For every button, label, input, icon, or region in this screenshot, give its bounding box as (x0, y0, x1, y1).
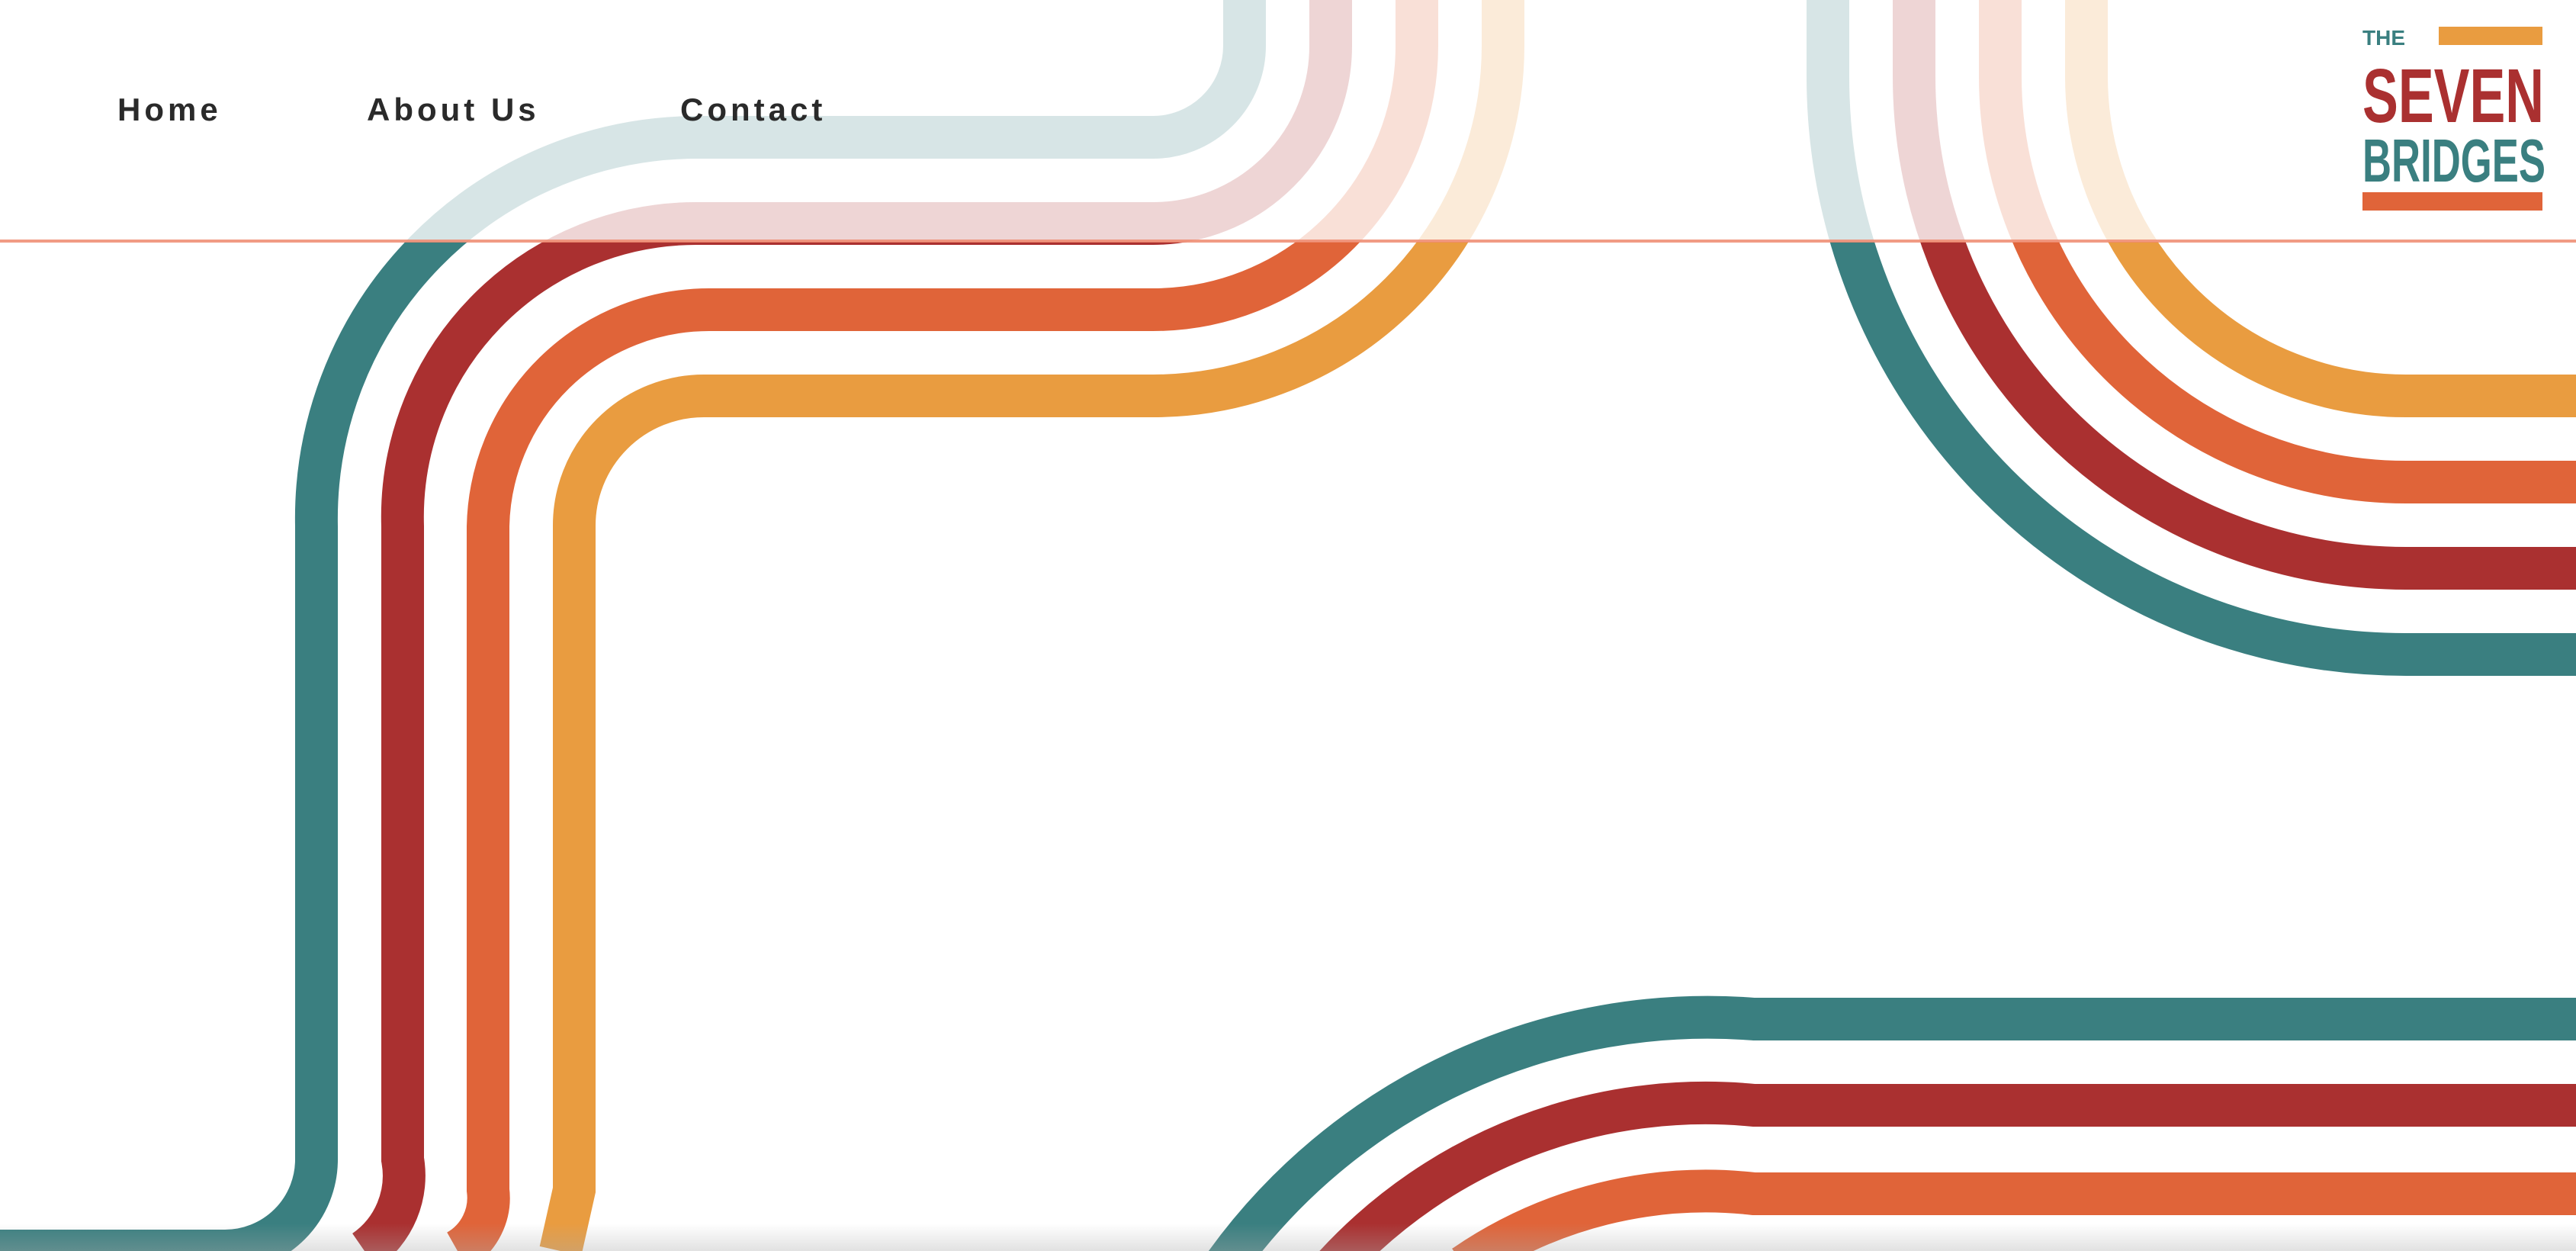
main-nav: Home About Us Contact (0, 0, 915, 229)
logo-bar-gold (2439, 27, 2542, 45)
nav-link-contact[interactable]: Contact (680, 92, 826, 128)
nav-link-home[interactable]: Home (117, 92, 222, 128)
logo-text-bridges: BRIDGES (2362, 127, 2545, 195)
logo-bar-orange (2362, 192, 2542, 211)
stripe-teal-bottom (1208, 995, 2576, 1251)
site-logo[interactable]: THE SEVEN BRIDGES (2361, 23, 2547, 214)
logo-text-the: THE (2362, 26, 2405, 50)
bottom-shadow (0, 1224, 2576, 1251)
nav-link-about-us[interactable]: About Us (367, 92, 540, 128)
header-divider (0, 240, 2576, 243)
